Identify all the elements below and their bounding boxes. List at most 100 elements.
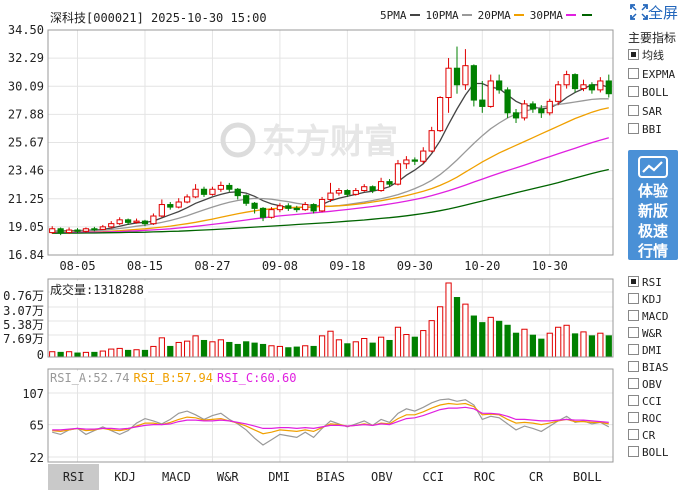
indicator-option-expma[interactable]: EXPMA (628, 67, 675, 83)
indicator-option-bias[interactable]: BIAS (628, 360, 669, 376)
candle-up (49, 228, 56, 234)
volume-bar (259, 343, 267, 358)
candle-up (335, 190, 343, 194)
checkbox[interactable] (628, 429, 639, 440)
volume-grid (48, 291, 613, 336)
candle-down (512, 112, 520, 119)
volume-bar (302, 345, 309, 358)
volume-bar (91, 351, 98, 358)
checkbox[interactable] (628, 104, 639, 116)
candle-up (597, 80, 604, 91)
legend-10pma: 10PMA (426, 9, 472, 22)
checkbox[interactable] (628, 361, 639, 372)
checkbox[interactable] (628, 344, 639, 355)
checkbox[interactable] (628, 86, 639, 97)
rsi-lines (52, 398, 610, 446)
checkbox[interactable] (628, 395, 639, 406)
tab-rsi[interactable]: RSI (48, 464, 100, 490)
checkbox[interactable] (628, 446, 639, 457)
tab-macd[interactable]: MACD (151, 464, 202, 490)
candle-down (496, 80, 503, 91)
indicator-option-obv[interactable]: OBV (628, 377, 662, 393)
candle-up (108, 223, 115, 228)
candle-up (150, 215, 157, 225)
checkbox[interactable] (628, 310, 639, 321)
tab-cci[interactable]: CCI (408, 464, 459, 490)
candle-up (437, 97, 444, 132)
candle-down (479, 99, 486, 107)
tab-roc[interactable]: ROC (459, 464, 510, 490)
indicator-option-dmi[interactable]: DMI (628, 343, 662, 359)
tab-dmi[interactable]: DMI (253, 464, 304, 490)
volume-label: 成交量: (50, 283, 94, 297)
date-axis: 08-05 08-15 08-27 09-08 09-18 09-30 10-20 10-30 (59, 259, 567, 273)
indicator-option-sar[interactable]: SAR (628, 104, 662, 120)
candle-up (462, 65, 469, 86)
indicator-option-w-r[interactable]: W&R (628, 326, 662, 342)
volume-bar (462, 303, 469, 358)
volume-bar (571, 333, 579, 358)
checkbox[interactable] (628, 67, 639, 79)
volume-tick-label: 0.76万 (3, 289, 44, 303)
candle-up (184, 196, 191, 203)
price-tick-label: 23.46 (8, 164, 44, 178)
checkbox[interactable] (628, 276, 639, 287)
indicator-option-均线[interactable]: 均线 (628, 48, 664, 64)
volume-header: 成交量:1318288 (50, 281, 148, 298)
candle-down (285, 205, 292, 209)
volume-bar (293, 346, 300, 358)
legend-20pma: 20PMA (478, 9, 524, 22)
volume-bar (99, 350, 106, 358)
price-tick-label: 25.67 (8, 136, 44, 150)
volume-bar (479, 322, 486, 358)
candle-down (605, 80, 612, 95)
indicator-option-boll[interactable]: BOLL (628, 85, 669, 101)
rsi-legend-c: RSI_C:60.60 (216, 371, 297, 385)
checkbox[interactable] (628, 327, 639, 338)
volume-bar (167, 345, 174, 358)
fullscreen-icon (630, 4, 648, 20)
promo-line: 极速 (637, 222, 668, 240)
checkbox[interactable] (628, 293, 639, 304)
indicator-option-macd[interactable]: MACD (628, 309, 669, 325)
date-tick-label: 09-30 (397, 259, 433, 273)
checkbox[interactable] (628, 123, 639, 134)
tab-w-r[interactable]: W&R (202, 464, 253, 490)
indicator-option-boll[interactable]: BOLL (628, 445, 669, 461)
checkbox[interactable] (628, 378, 639, 389)
tab-bias[interactable]: BIAS (305, 464, 356, 490)
checkbox[interactable] (628, 49, 639, 60)
legend-label: 10PMA (425, 9, 459, 22)
fullscreen-button[interactable]: 全屏 (630, 2, 678, 23)
tab-boll[interactable]: BOLL (562, 464, 613, 490)
tab-cr[interactable]: CR (510, 464, 561, 490)
volume-bar (116, 347, 123, 358)
candle-up (175, 201, 182, 208)
date-tick-label: 10-30 (532, 259, 568, 273)
volume-bar (251, 342, 258, 358)
indicator-option-roc[interactable]: ROC (628, 411, 662, 427)
candle-up (428, 130, 435, 152)
price-tick-label: 27.88 (8, 107, 44, 121)
option-label: SAR (642, 104, 662, 118)
indicator-option-rsi[interactable]: RSI (628, 275, 662, 291)
indicator-option-kdj[interactable]: KDJ (628, 292, 662, 308)
volume-bar (82, 351, 90, 358)
indicator-option-cr[interactable]: CR (628, 428, 655, 444)
candle-down (251, 202, 258, 209)
tab-obv[interactable]: OBV (356, 464, 407, 490)
volume-bar (175, 341, 182, 358)
volume-bar (496, 320, 503, 358)
new-version-promo[interactable]: 体验 新版 极速 行情 (628, 150, 678, 260)
candle-up (158, 204, 165, 217)
candle-down (226, 184, 233, 190)
volume-bar (352, 341, 359, 358)
option-label: ROC (642, 412, 662, 425)
indicator-option-bbi[interactable]: BBI (628, 122, 662, 138)
tab-kdj[interactable]: KDJ (99, 464, 150, 490)
volume-bar (74, 352, 81, 358)
volume-bar (403, 334, 410, 358)
checkbox[interactable] (628, 412, 639, 423)
indicator-option-cci[interactable]: CCI (628, 394, 662, 410)
candle-down (141, 220, 149, 225)
